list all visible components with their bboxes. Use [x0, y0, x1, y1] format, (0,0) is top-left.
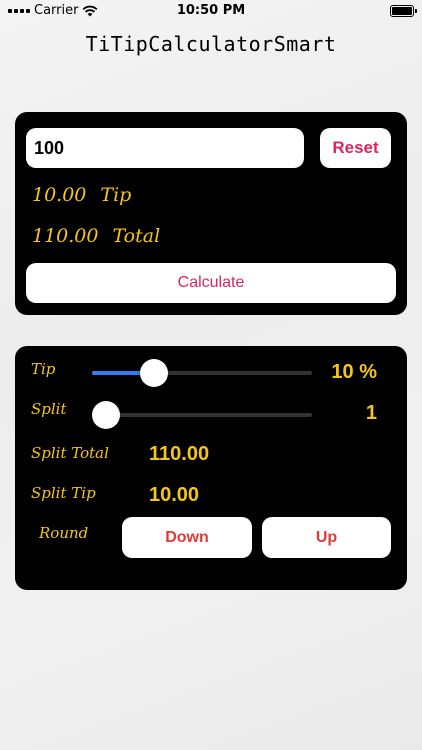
- round-up-button[interactable]: Up: [262, 517, 391, 558]
- total-amount: 110.00: [32, 225, 99, 247]
- tip-amount: 10.00: [32, 184, 87, 206]
- tip-percent-value: 10 %: [331, 361, 377, 383]
- round-down-button[interactable]: Down: [122, 517, 252, 558]
- tip-slider-label: Tip: [31, 360, 56, 378]
- amount-input[interactable]: [26, 128, 304, 168]
- settings-card: Tip 10 % Split 1 Split Total 110.00 Spli…: [15, 346, 407, 590]
- split-slider[interactable]: [92, 401, 312, 429]
- tip-slider-thumb[interactable]: [140, 359, 168, 387]
- split-tip-label: Split Tip: [31, 484, 96, 502]
- page-title: TiTipCalculatorSmart: [85, 32, 337, 56]
- reset-button[interactable]: Reset: [320, 128, 391, 168]
- tip-slider[interactable]: [92, 359, 312, 387]
- calculate-button[interactable]: Calculate: [26, 263, 396, 303]
- tip-result: 10.00 Tip: [32, 184, 131, 206]
- total-result: 110.00 Total: [32, 225, 160, 247]
- split-tip-value: 10.00: [149, 484, 200, 506]
- battery-icon: [390, 5, 417, 17]
- total-result-label: Total: [112, 225, 161, 247]
- split-total-value: 110.00: [149, 443, 210, 465]
- tip-result-label: Tip: [100, 184, 132, 206]
- split-total-label: Split Total: [31, 444, 109, 462]
- split-count-value: 1: [365, 402, 377, 424]
- split-slider-label: Split: [31, 400, 67, 418]
- status-bar: Carrier 10:50 PM: [0, 0, 422, 22]
- round-label: Round: [39, 524, 89, 542]
- status-time: 10:50 PM: [176, 3, 246, 18]
- split-slider-thumb[interactable]: [92, 401, 120, 429]
- calculator-card: Reset 10.00 Tip 110.00 Total Calculate: [15, 112, 407, 315]
